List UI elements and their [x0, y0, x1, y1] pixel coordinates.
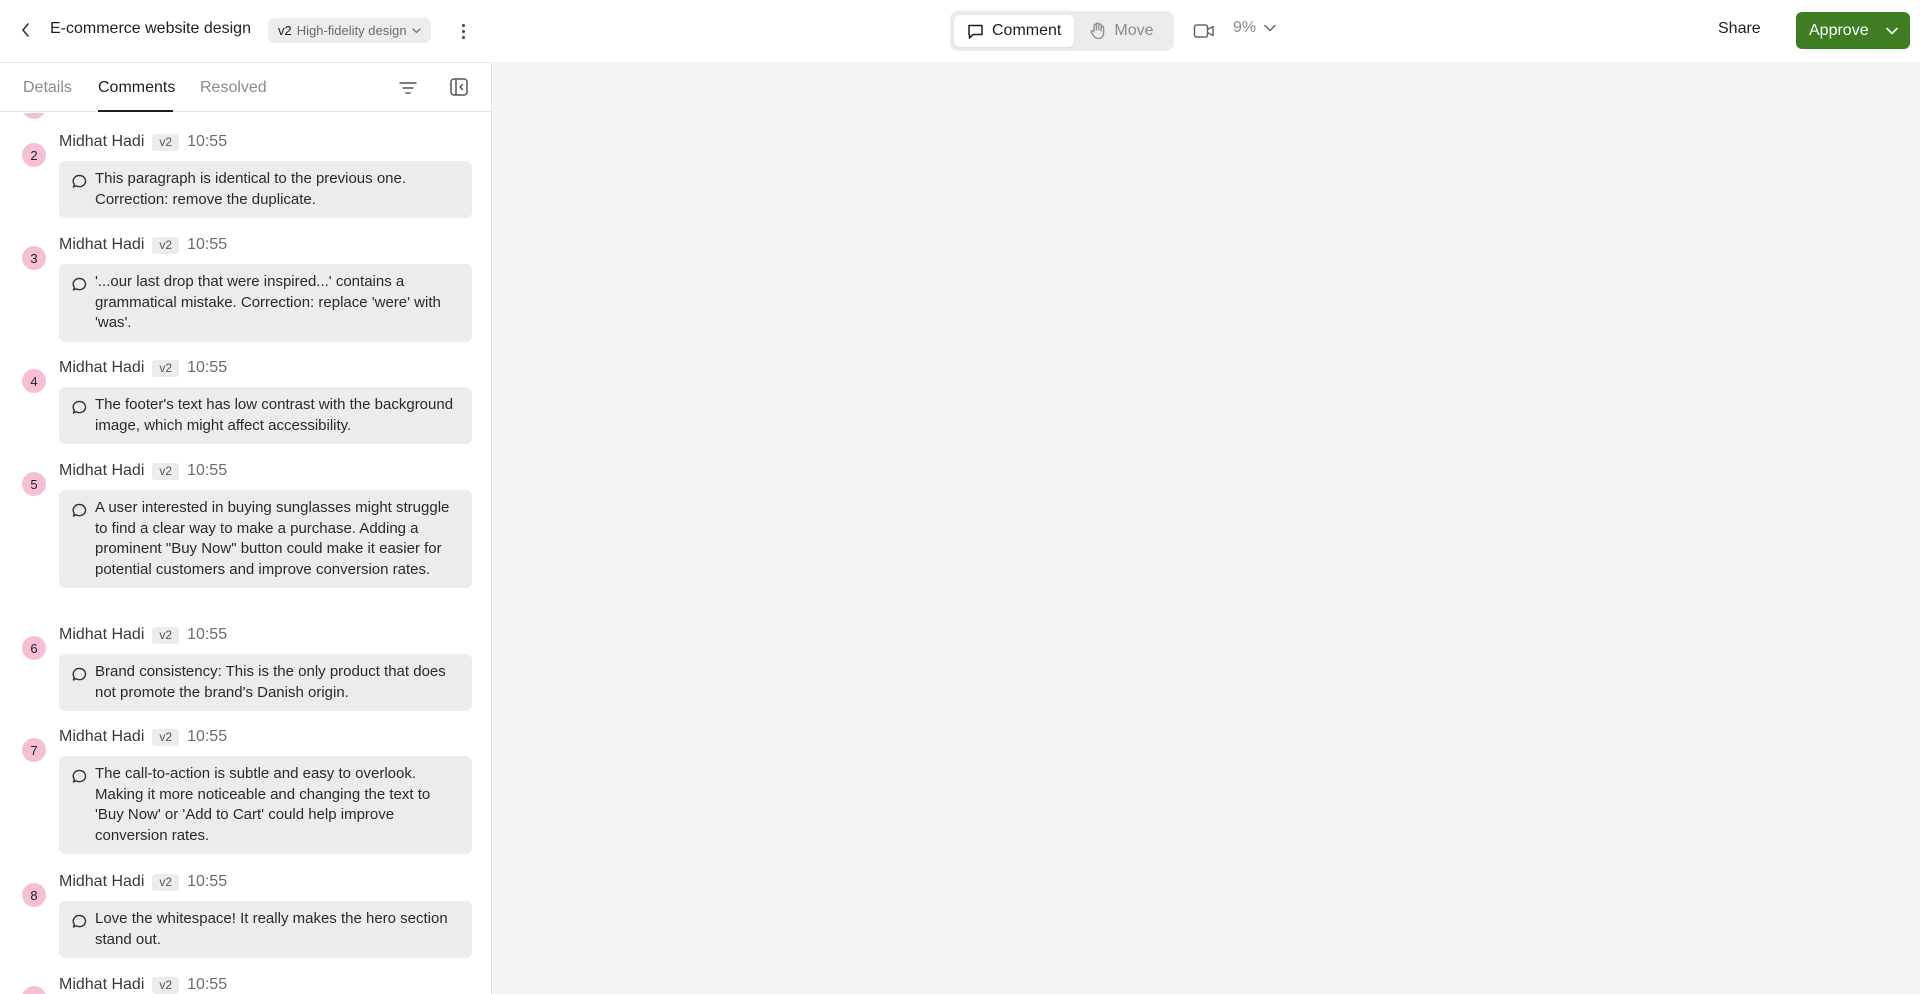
comment-number-badge: 9 [22, 986, 46, 994]
version-number: v2 [278, 23, 292, 38]
collapse-panel-icon[interactable] [449, 77, 469, 97]
comment-version: v2 [152, 236, 180, 254]
comment-meta: Midhat Hadi v2 10:55 [59, 236, 227, 254]
hand-icon [1090, 22, 1105, 40]
comment-meta: Midhat Hadi v2 10:55 [59, 626, 227, 644]
comment-text: A user interested in buying sunglasses m… [95, 499, 450, 578]
comment-mode-label: Comment [992, 22, 1062, 39]
chevron-down-icon [1886, 27, 1898, 34]
comment-author: Midhat Hadi [59, 873, 145, 890]
zoom-selector[interactable]: 9% [1233, 19, 1276, 37]
comment-author: Midhat Hadi [59, 728, 145, 745]
comment-bubble: '...our last drop that were inspired...'… [59, 264, 472, 342]
comment-bubble-icon [72, 914, 87, 928]
comment-meta: Midhat Hadi v2 10:55 [59, 133, 227, 151]
comment-time: 10:55 [187, 976, 228, 993]
mode-toggle: Comment Move [950, 11, 1174, 51]
comment-number-badge: 8 [22, 883, 46, 907]
comment-time: 10:55 [187, 626, 228, 643]
comment-author: Midhat Hadi [59, 462, 145, 479]
comment-bubble: This paragraph is identical to the previ… [59, 161, 472, 218]
comment-meta: Midhat Hadi v2 10:55 [59, 728, 227, 746]
comment-number-badge: 6 [22, 636, 46, 660]
comment-number-badge: 5 [22, 472, 46, 496]
comment-number-badge: 7 [22, 738, 46, 762]
tab-details[interactable]: Details [23, 79, 72, 97]
comment-time: 10:55 [187, 873, 228, 890]
comment-version: v2 [152, 133, 180, 151]
comment-number-badge[interactable] [22, 113, 46, 119]
chevron-left-icon [22, 23, 29, 37]
comment-bubble-icon [72, 277, 87, 291]
comment-time: 10:55 [187, 462, 228, 479]
comment-text: The call-to-action is subtle and easy to… [95, 765, 431, 844]
comment-bubble: Love the whitespace! It really makes the… [59, 901, 472, 958]
comment-author: Midhat Hadi [59, 236, 145, 253]
tab-comments[interactable]: Comments [98, 79, 175, 97]
comment-list: 2 Midhat Hadi v2 10:55 This paragraph is… [0, 113, 491, 994]
comment-bubble-icon [72, 503, 87, 517]
comment-text: Love the whitespace! It really makes the… [95, 910, 448, 948]
active-tab-indicator [98, 110, 173, 112]
comment-time: 10:55 [187, 359, 228, 376]
comment-meta: Midhat Hadi v2 10:55 [59, 359, 227, 377]
comment-time: 10:55 [187, 133, 228, 150]
top-bar: E-commerce website design v2 High-fideli… [0, 0, 1920, 62]
sidebar-tabs: Details Comments Resolved [0, 63, 492, 112]
video-camera-icon[interactable] [1193, 21, 1215, 41]
more-options-icon[interactable] [454, 19, 472, 43]
comment-meta: Midhat Hadi v2 10:55 [59, 462, 227, 480]
comment-number-badge: 3 [22, 246, 46, 270]
comment-bubble-icon [72, 667, 87, 681]
comment-number-badge: 2 [22, 143, 46, 167]
comment-text: This paragraph is identical to the previ… [95, 170, 407, 208]
comment-version: v2 [152, 359, 180, 377]
comment-text: The footer's text has low contrast with … [95, 396, 454, 434]
document-title: E-commerce website design [50, 20, 251, 37]
version-selector[interactable]: v2 High-fidelity design [268, 18, 431, 43]
filter-icon[interactable] [398, 78, 418, 98]
move-mode-button[interactable]: Move [1076, 15, 1166, 47]
move-mode-label: Move [1114, 22, 1154, 39]
comments-sidebar: Details Comments Resolved 2 Midhat Hadi … [0, 62, 492, 994]
design-canvas[interactable] [493, 62, 1920, 994]
comment-meta: Midhat Hadi v2 10:55 [59, 976, 227, 994]
comment-author: Midhat Hadi [59, 976, 145, 993]
comment-version: v2 [152, 873, 180, 891]
comment-bubble: A user interested in buying sunglasses m… [59, 490, 472, 588]
comment-bubble: Brand consistency: This is the only prod… [59, 654, 472, 711]
share-button[interactable]: Share [1718, 20, 1761, 38]
comment-bubble-icon [72, 769, 87, 783]
comment-author: Midhat Hadi [59, 626, 145, 643]
comment-time: 10:55 [187, 728, 228, 745]
zoom-level: 9% [1233, 19, 1257, 36]
back-button[interactable] [14, 18, 38, 42]
approve-label: Approve [1809, 21, 1869, 39]
comment-author: Midhat Hadi [59, 133, 145, 150]
approve-button[interactable]: Approve [1796, 12, 1910, 49]
comment-bubble-icon [72, 400, 87, 414]
comment-author: Midhat Hadi [59, 359, 145, 376]
comment-version: v2 [152, 728, 180, 746]
comment-text: Brand consistency: This is the only prod… [95, 663, 446, 701]
comment-number-badge: 4 [22, 369, 46, 393]
comment-version: v2 [152, 626, 180, 644]
comment-mode-button[interactable]: Comment [954, 15, 1075, 47]
comment-bubble-icon [72, 174, 87, 188]
version-label: High-fidelity design [296, 23, 407, 38]
comment-version: v2 [152, 462, 180, 480]
comment-text: '...our last drop that were inspired...'… [95, 273, 441, 331]
tab-resolved[interactable]: Resolved [200, 79, 267, 97]
comment-meta: Midhat Hadi v2 10:55 [59, 873, 227, 891]
chevron-down-icon [1264, 24, 1276, 32]
comment-bubble: The footer's text has low contrast with … [59, 387, 472, 444]
comment-bubble: The call-to-action is subtle and easy to… [59, 756, 472, 854]
comment-icon [968, 24, 983, 39]
chevron-down-icon [411, 27, 421, 33]
comment-time: 10:55 [187, 236, 228, 253]
comment-version: v2 [152, 976, 180, 994]
